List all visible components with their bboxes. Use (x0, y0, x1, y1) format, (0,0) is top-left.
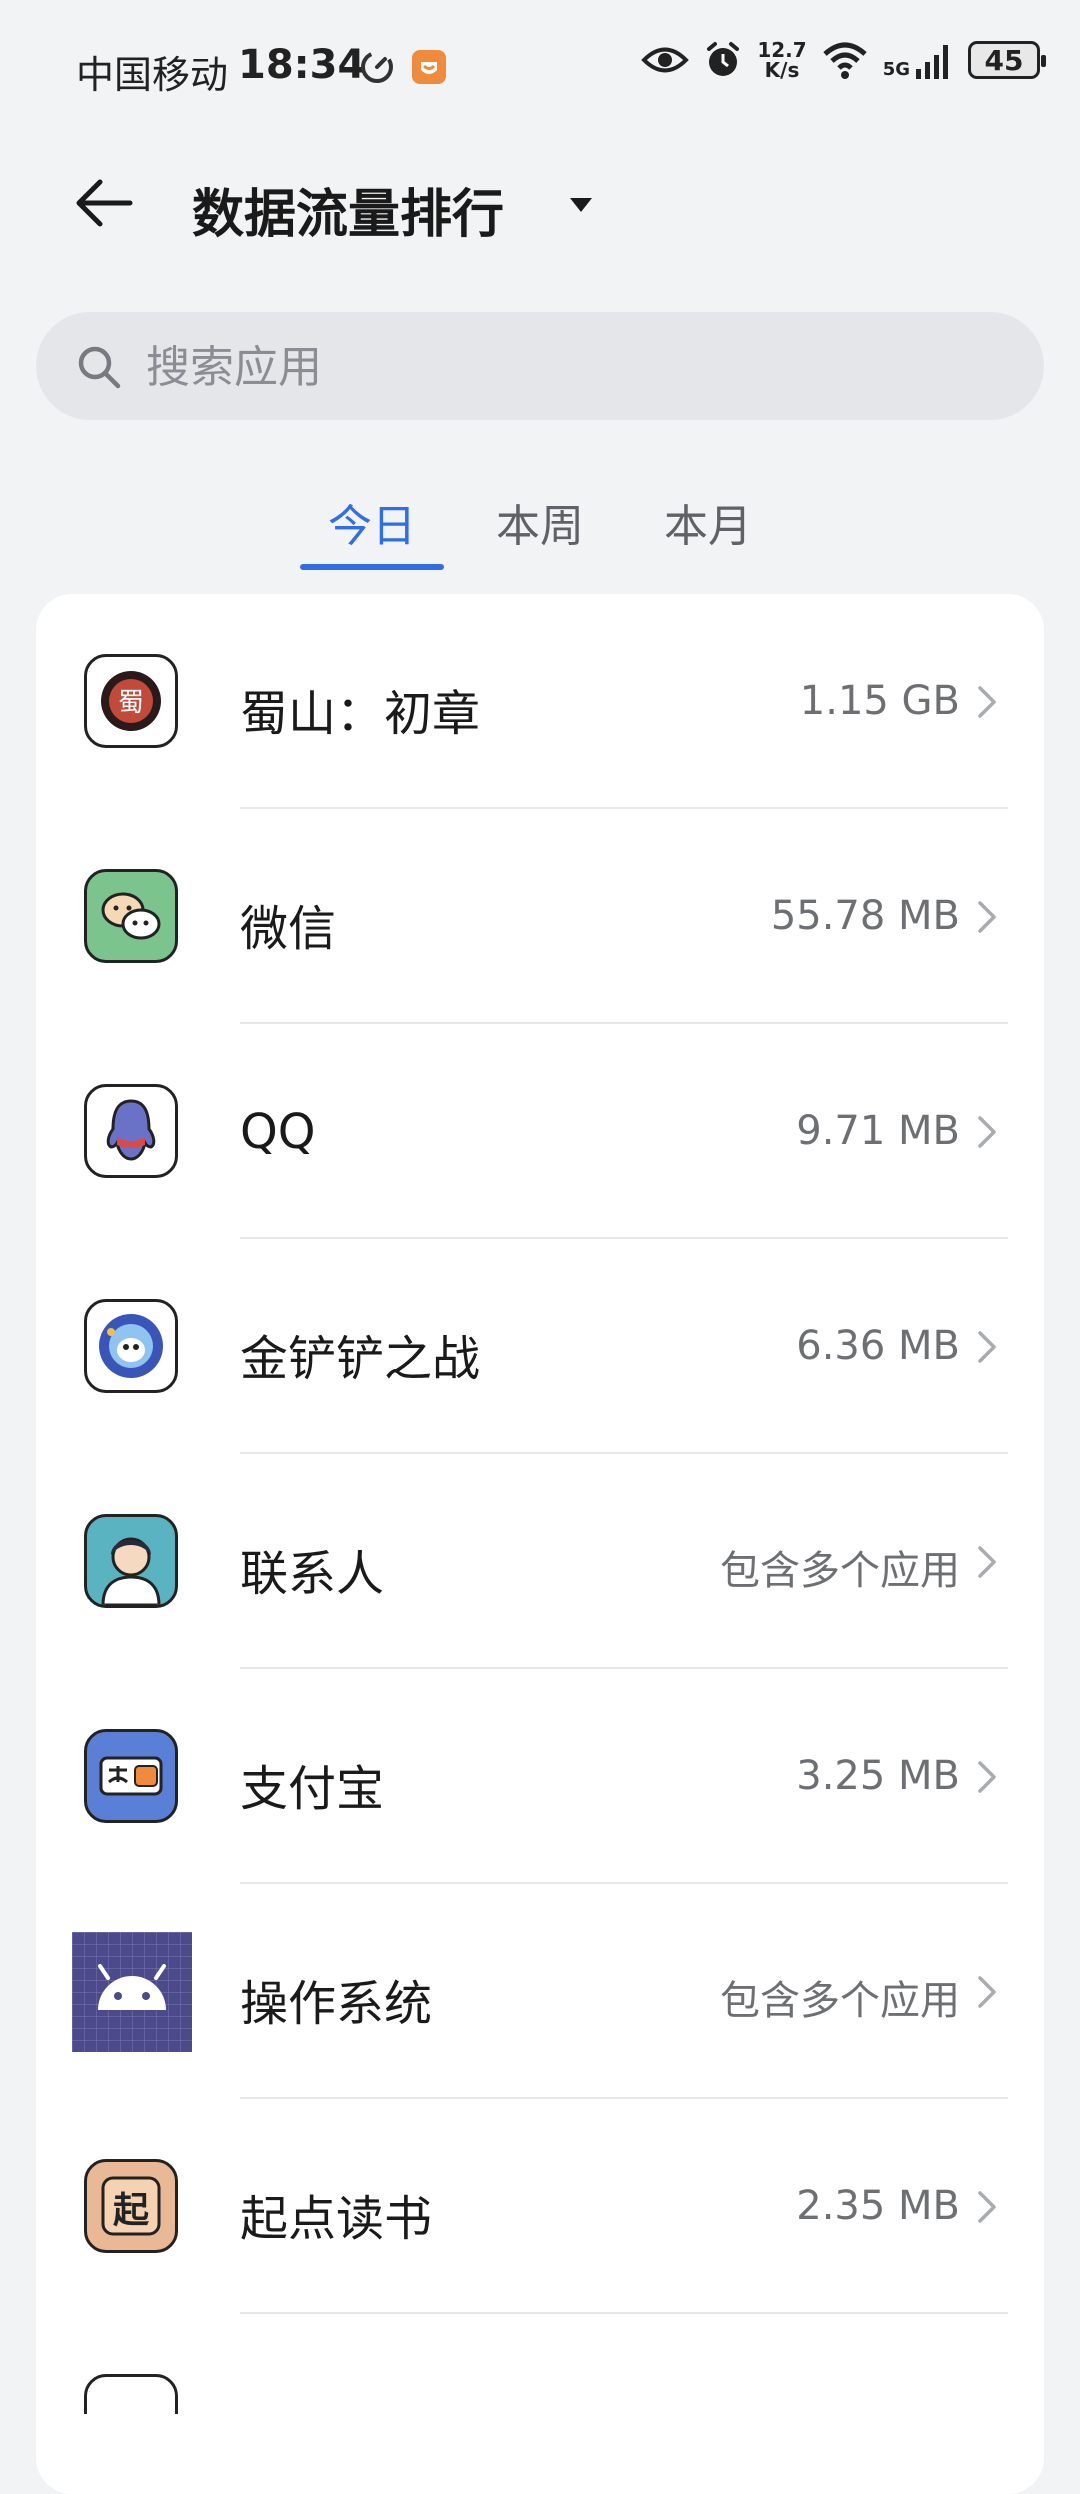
data-usage: 9.71 MB (796, 1108, 960, 1154)
chevron-right-icon (978, 686, 996, 718)
chevron-right-icon (978, 1116, 996, 1148)
network-speed: 12.7 K/s (757, 40, 806, 80)
signal-bars-icon (916, 45, 948, 79)
battery-indicator: 45 (968, 41, 1046, 79)
shushan-game-icon: 蜀 (84, 654, 178, 748)
data-usage: 1.15 GB (799, 678, 960, 724)
data-usage: 包含多个应用 (720, 1548, 960, 1594)
data-usage: 包含多个应用 (720, 1978, 960, 2024)
chevron-right-icon (978, 2191, 996, 2223)
app-name: QQ (240, 1104, 316, 1160)
chevron-right-icon (978, 1976, 996, 2008)
wechat-icon (84, 869, 178, 963)
svg-text:蜀: 蜀 (118, 688, 144, 718)
next-app-icon-partial (84, 2374, 178, 2414)
svg-text:起: 起 (113, 2190, 150, 2231)
qidian-reader-icon: 起 (84, 2159, 178, 2253)
data-usage: 6.36 MB (796, 1323, 960, 1369)
alarm-icon (707, 42, 740, 76)
list-item[interactable]: 支付宝 3.25 MB (36, 1669, 1044, 1884)
chevron-right-icon (978, 1331, 996, 1363)
back-button[interactable] (70, 168, 140, 238)
list-item[interactable]: 微信 55.78 MB (36, 809, 1044, 1024)
android-system-icon (72, 1932, 192, 2052)
data-usage: 2.35 MB (796, 2183, 960, 2229)
back-arrow-icon (76, 179, 133, 227)
app-usage-list: 蜀 蜀山：初章 1.15 GB 微信 55.78 MB QQ 9.71 MB 金… (36, 594, 1044, 2494)
wifi-icon (823, 42, 867, 79)
list-item[interactable]: 金铲铲之战 6.36 MB (36, 1239, 1044, 1454)
jinchanchan-game-icon (84, 1299, 178, 1393)
list-item[interactable]: QQ 9.71 MB (36, 1024, 1044, 1239)
list-item[interactable]: 操作系统 包含多个应用 (36, 1884, 1044, 2099)
dropdown-triangle-icon[interactable] (566, 190, 596, 220)
network-speed-unit: K/s (764, 58, 800, 82)
period-tabs: 今日 本周 本月 (0, 490, 1080, 570)
tab-today[interactable]: 今日 (328, 490, 416, 554)
active-tab-indicator (300, 564, 444, 570)
search-icon (78, 346, 121, 389)
carrier-label: 中国移动 (76, 53, 229, 97)
app-name: 起点读书 (240, 2191, 433, 2247)
qq-icon (84, 1084, 178, 1178)
network-speed-value: 12.7 (757, 38, 807, 62)
contacts-icon (84, 1514, 178, 1608)
status-bar: 中国移动 18:34 12.7 K/s 5G 45 (0, 0, 1080, 130)
tab-week[interactable]: 本周 (496, 490, 584, 554)
chevron-right-icon (978, 1761, 996, 1793)
eye-comfort-icon (641, 47, 690, 73)
status-icons: 12.7 K/s 5G 45 (641, 40, 1046, 80)
divider (240, 2312, 1008, 2314)
data-saver-icon (361, 51, 393, 83)
list-item[interactable]: 联系人 包含多个应用 (36, 1454, 1044, 1669)
list-item[interactable]: 起 起点读书 2.35 MB (36, 2099, 1044, 2314)
search-input[interactable] (144, 334, 1008, 400)
notification-icons (358, 48, 448, 86)
app-name: 蜀山：初章 (240, 686, 481, 742)
chevron-right-icon (978, 901, 996, 933)
tab-month[interactable]: 本月 (664, 490, 752, 554)
alipay-icon (84, 1729, 178, 1823)
search-bar[interactable] (36, 312, 1044, 420)
data-usage: 55.78 MB (770, 893, 960, 939)
chevron-right-icon (978, 1546, 996, 1578)
app-name: 微信 (240, 901, 337, 957)
data-usage: 3.25 MB (796, 1753, 960, 1799)
app-bar: 数据流量排行 (0, 150, 1080, 250)
list-item[interactable]: 蜀 蜀山：初章 1.15 GB (36, 594, 1044, 809)
app-notification-icon (412, 50, 446, 84)
app-name: 支付宝 (240, 1761, 385, 1817)
clock: 18:34 (238, 42, 366, 88)
cellular-signal: 5G (883, 41, 954, 79)
app-name: 金铲铲之战 (240, 1331, 481, 1387)
app-name: 联系人 (240, 1546, 385, 1602)
app-name: 操作系统 (240, 1976, 433, 2032)
page-title[interactable]: 数据流量排行 (192, 172, 504, 247)
signal-type-label: 5G (882, 59, 910, 80)
